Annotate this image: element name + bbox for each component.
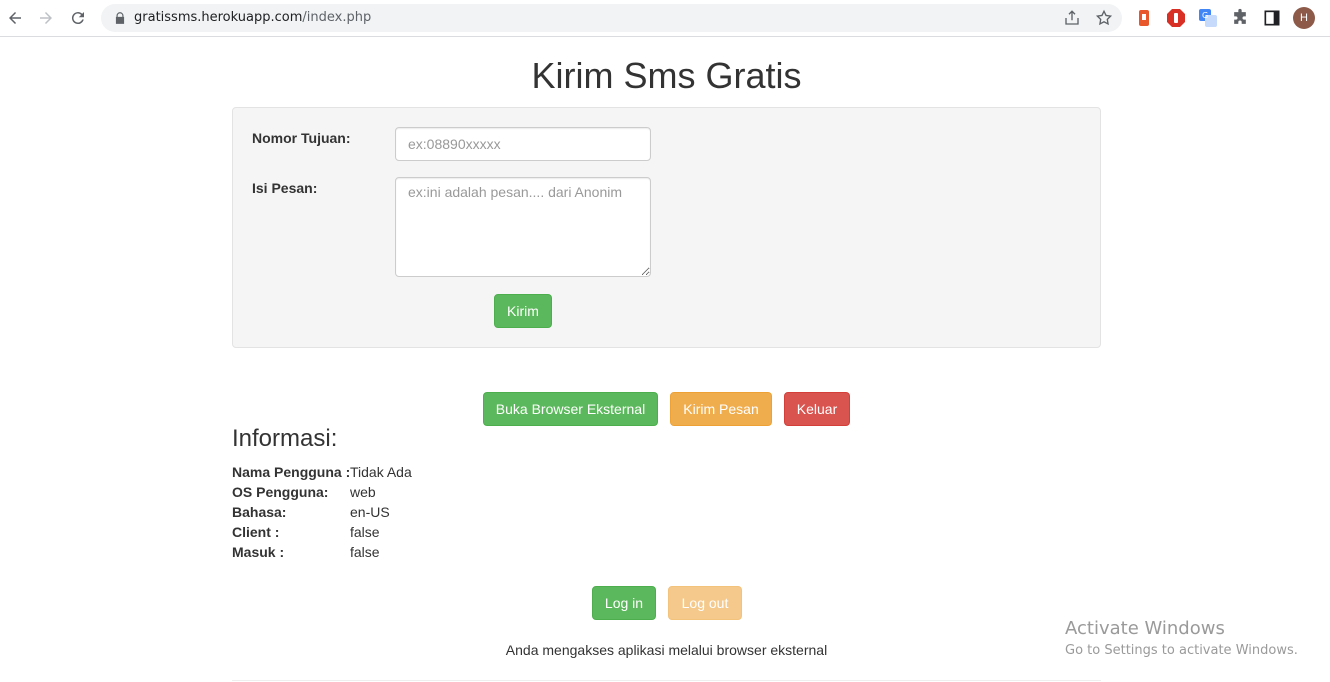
info-key: Masuk :	[232, 544, 285, 560]
browser-toolbar: gratissms.herokuapp.com/index.php G H	[0, 0, 1330, 37]
share-icon[interactable]	[1063, 9, 1081, 27]
buka-browser-eksternal-button[interactable]: Buka Browser Eksternal	[483, 392, 658, 426]
extension-orange-icon[interactable]	[1134, 8, 1154, 28]
info-key: OS Pengguna:	[232, 484, 329, 500]
keluar-button[interactable]: Keluar	[784, 392, 850, 426]
url-path: /index.php	[302, 10, 372, 25]
nomor-tujuan-input[interactable]	[395, 127, 651, 161]
info-value: en-US	[350, 504, 390, 520]
back-arrow-icon[interactable]	[3, 6, 27, 30]
lock-icon	[115, 12, 125, 24]
url-text: gratissms.herokuapp.com/index.php	[134, 10, 371, 25]
logout-button: Log out	[668, 586, 742, 620]
info-key: Bahasa:	[232, 504, 287, 520]
login-button[interactable]: Log in	[592, 586, 656, 620]
side-panel-icon[interactable]	[1262, 8, 1282, 28]
translate-icon[interactable]: G	[1198, 8, 1218, 28]
info-value: web	[350, 484, 376, 500]
kirim-button[interactable]: Kirim	[494, 294, 552, 328]
access-note: Anda mengakses aplikasi melalui browser …	[505, 642, 828, 658]
star-icon[interactable]	[1095, 9, 1113, 27]
nomor-tujuan-label: Nomor Tujuan:	[252, 130, 351, 146]
info-value: false	[350, 524, 380, 540]
isi-pesan-textarea[interactable]	[395, 177, 651, 277]
address-bar[interactable]: gratissms.herokuapp.com/index.php	[101, 4, 1122, 32]
profile-avatar[interactable]: H	[1293, 7, 1315, 29]
svg-text:G: G	[1202, 11, 1208, 20]
kirim-pesan-button[interactable]: Kirim Pesan	[670, 392, 772, 426]
isi-pesan-label: Isi Pesan:	[252, 180, 318, 196]
activate-windows-title: Activate Windows	[1065, 618, 1225, 639]
info-key: Client :	[232, 524, 280, 540]
divider	[232, 680, 1101, 681]
info-value: false	[350, 544, 380, 560]
informasi-heading: Informasi:	[232, 425, 338, 452]
info-value: Tidak Ada	[350, 464, 412, 480]
reload-icon[interactable]	[66, 6, 90, 30]
page-title: Kirim Sms Gratis	[531, 55, 802, 96]
activate-windows-subtitle: Go to Settings to activate Windows.	[1065, 643, 1298, 658]
extensions-puzzle-icon[interactable]	[1230, 8, 1250, 28]
url-host: gratissms.herokuapp.com	[134, 10, 303, 25]
forward-arrow-icon[interactable]	[34, 6, 58, 30]
info-key: Nama Pengguna :	[232, 464, 351, 480]
adblock-icon[interactable]	[1166, 8, 1186, 28]
sms-form-panel: Nomor Tujuan: Isi Pesan: Kirim	[232, 107, 1101, 348]
